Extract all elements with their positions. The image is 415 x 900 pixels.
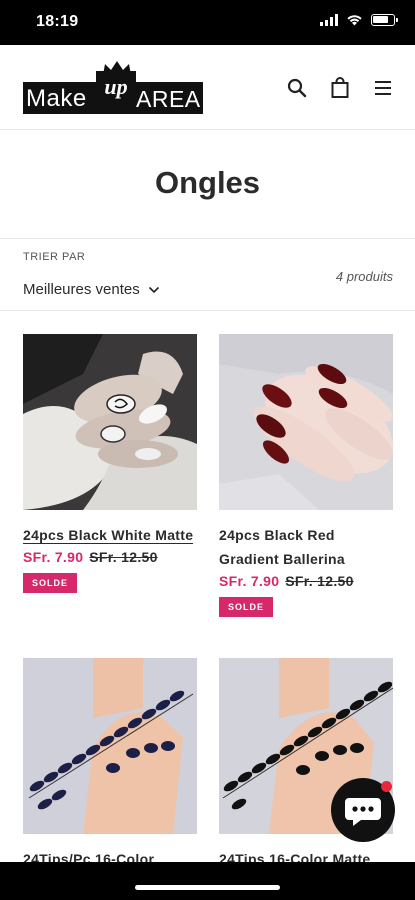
product-title[interactable]: 24pcs Black Red Gradient Ballerina — [219, 523, 393, 571]
sort-select[interactable]: Meilleures ventes — [23, 281, 160, 298]
header-actions — [287, 77, 393, 99]
sale-price: SFr. 7.90 — [23, 549, 84, 565]
old-price: SFr. 12.50 — [89, 549, 158, 565]
page-title: Ongles — [154, 165, 261, 200]
status-bar: 18:19 — [0, 0, 415, 45]
sale-badge: SOLDE — [23, 573, 78, 593]
site-header: Make up AREA — [0, 45, 415, 130]
old-price: SFr. 12.50 — [285, 573, 354, 589]
search-icon[interactable] — [287, 77, 307, 99]
status-time: 18:19 — [36, 13, 79, 30]
product-card[interactable]: 24pcs Black White Matte SFr. 7.90 SFr. 12… — [23, 334, 197, 593]
product-price: SFr. 7.90 SFr. 12.50 — [219, 573, 393, 589]
product-image[interactable] — [23, 334, 197, 510]
chat-notification-dot — [381, 781, 392, 792]
product-price: SFr. 7.90 SFr. 12.50 — [23, 549, 197, 565]
product-image[interactable] — [219, 334, 393, 510]
sale-badge: SOLDE — [219, 597, 274, 617]
logo-area: AREA — [136, 86, 201, 112]
sort-select-value: Meilleures ventes — [23, 281, 140, 298]
sort-bar: TRIER PAR Meilleures ventes 4 produits — [0, 238, 415, 311]
sort-label: TRIER PAR — [23, 251, 86, 263]
chevron-down-icon — [148, 286, 159, 293]
wifi-icon — [347, 15, 362, 26]
battery-icon — [371, 14, 398, 26]
signal-icon — [320, 14, 338, 26]
menu-icon[interactable] — [373, 77, 393, 99]
bottom-bar — [0, 862, 415, 900]
product-count: 4 produits — [335, 269, 393, 284]
product-card[interactable]: 24pcs Black Red Gradient Ballerina SFr. … — [219, 334, 393, 617]
product-card[interactable]: 24Tips/Pc 16-Color — [23, 658, 197, 871]
home-indicator[interactable] — [135, 885, 280, 890]
status-icons — [320, 14, 398, 26]
logo-make: Make — [26, 85, 87, 112]
logo-up: up — [96, 71, 136, 103]
sale-price: SFr. 7.90 — [219, 573, 280, 589]
product-image[interactable] — [23, 658, 197, 834]
logo[interactable]: Make up AREA — [23, 60, 203, 114]
product-title[interactable]: 24pcs Black White Matte — [23, 523, 197, 547]
bag-icon[interactable] — [330, 77, 350, 99]
